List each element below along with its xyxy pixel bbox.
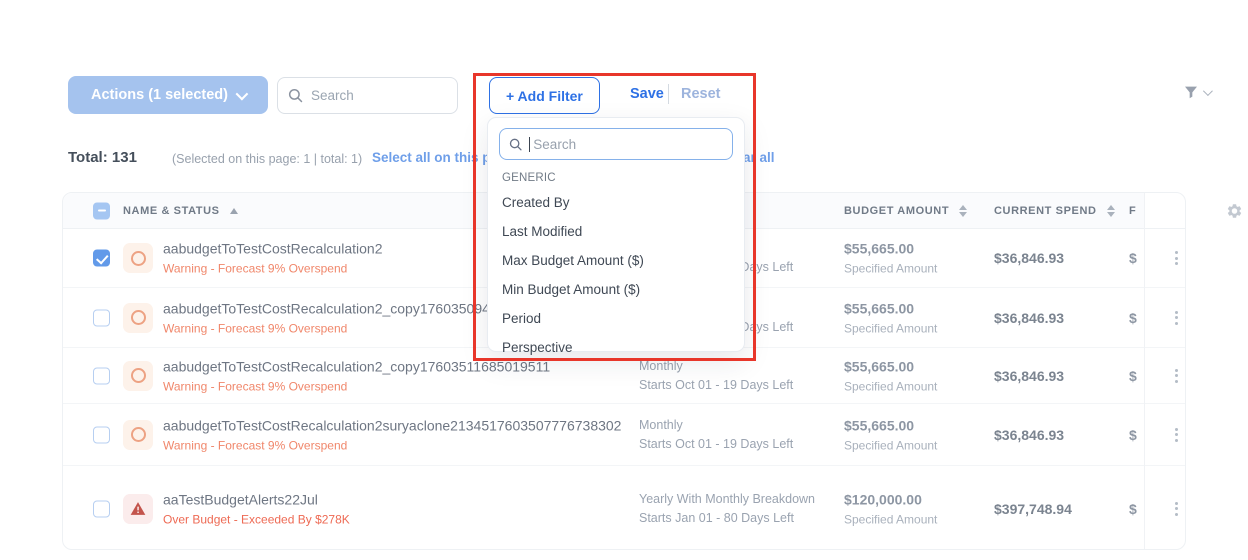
current-spend: $36,846.93 [994,427,1064,443]
row-menu-kebab-icon[interactable] [1171,424,1182,446]
budget-name[interactable]: aaTestBudgetAlerts22Jul [163,491,350,507]
filter-option[interactable]: Max Budget Amount ($) [488,246,744,275]
search-icon [509,137,522,152]
actions-dropdown-label: Actions (1 selected) [91,87,228,103]
row-checkbox[interactable] [93,367,110,384]
total-count-label: Total: 131 [68,149,137,166]
budget-status: Warning - Forecast 9% Overspend [163,379,550,393]
budget-status: Over Budget - Exceeded By $278K [163,512,350,526]
filter-search-input[interactable] [533,137,723,152]
gear-icon [1226,202,1243,219]
sort-icon [1107,205,1115,217]
budget-amount-type: Specified Amount [844,262,937,276]
table-settings-button[interactable] [1226,202,1243,219]
actions-column-divider [1144,193,1145,549]
table-search-input[interactable] [311,88,447,103]
budget-amount: $55,665.00 [844,358,937,374]
warning-circle-icon [123,303,153,333]
table-row: aaTestBudgetAlerts22Jul Over Budget - Ex… [63,466,1185,551]
table-search-box[interactable] [277,77,458,114]
current-spend: $36,846.93 [994,310,1064,326]
budget-amount-type: Specified Amount [844,379,937,393]
toolbar-divider [668,84,669,104]
forecasted-spend-clipped: $ [1129,310,1144,326]
period-range: Starts Oct 01 - 19 Days Left [639,435,793,454]
forecasted-spend-clipped: $ [1129,368,1144,384]
table-row: aabudgetToTestCostRecalculation2suryaclo… [63,404,1185,466]
select-all-checkbox[interactable] [93,202,110,219]
period-type: Monthly [639,416,793,435]
over-budget-triangle-icon [123,494,153,524]
budget-amount: $55,665.00 [844,241,937,257]
save-filters-button[interactable]: Save [630,86,664,102]
budget-amount-type: Specified Amount [844,438,937,452]
budget-status: Warning - Forecast 9% Overspend [163,438,621,452]
warning-circle-icon [123,243,153,273]
sort-ascending-icon [230,208,238,214]
budget-amount: $55,665.00 [844,417,937,433]
sort-icon [959,205,967,217]
row-checkbox[interactable] [93,250,110,267]
current-spend: $36,846.93 [994,250,1064,266]
row-checkbox[interactable] [93,426,110,443]
filter-option[interactable]: Min Budget Amount ($) [488,275,744,304]
warning-circle-icon [123,361,153,391]
text-cursor [529,137,530,152]
current-spend: $397,748.94 [994,501,1072,517]
budget-status: Warning - Forecast 9% Overspend [163,321,490,335]
row-checkbox[interactable] [93,309,110,326]
budget-amount: $55,665.00 [844,300,937,316]
filter-options-list: Created ByLast ModifiedMax Budget Amount… [488,188,744,362]
filter-option[interactable]: Period [488,304,744,333]
filter-option[interactable]: Created By [488,188,744,217]
filter-option[interactable]: Perspective [488,333,744,362]
filter-menu-button[interactable] [1183,84,1210,100]
chevron-down-icon [236,87,249,100]
budget-amount: $120,000.00 [844,491,937,507]
current-spend: $36,846.93 [994,368,1064,384]
row-menu-kebab-icon[interactable] [1171,498,1182,520]
column-header-budget-amount[interactable]: BUDGET AMOUNT [844,205,967,217]
filter-funnel-icon [1183,84,1199,100]
forecasted-spend-clipped: $ [1129,250,1144,266]
budget-status: Warning - Forecast 9% Overspend [163,262,382,276]
reset-filters-button[interactable]: Reset [681,86,721,102]
budget-name[interactable]: aabudgetToTestCostRecalculation2 [163,241,382,257]
budgets-page: Actions (1 selected) + Add Filter Save R… [0,0,1248,560]
forecasted-spend-clipped: $ [1129,501,1144,517]
warning-circle-icon [123,420,153,450]
filter-option[interactable]: Last Modified [488,217,744,246]
forecasted-spend-clipped: $ [1129,427,1144,443]
row-checkbox[interactable] [93,500,110,517]
budget-name[interactable]: aabudgetToTestCostRecalculation2_copy176… [163,300,490,316]
actions-dropdown-button[interactable]: Actions (1 selected) [68,76,268,114]
selection-info-label: (Selected on this page: 1 | total: 1) [172,152,362,166]
row-menu-kebab-icon[interactable] [1171,307,1182,329]
period-range: Starts Oct 01 - 19 Days Left [639,376,793,395]
row-menu-kebab-icon[interactable] [1171,365,1182,387]
period-type: Yearly With Monthly Breakdown [639,490,815,509]
filter-search-box[interactable] [499,128,733,160]
filter-section-label: GENERIC [488,164,744,188]
column-header-name[interactable]: NAME & STATUS [123,205,238,217]
row-menu-kebab-icon[interactable] [1171,247,1182,269]
budget-name[interactable]: aabudgetToTestCostRecalculation2suryaclo… [163,417,621,433]
add-filter-button[interactable]: + Add Filter [489,77,600,114]
add-filter-popup: GENERIC Created ByLast ModifiedMax Budge… [487,117,745,352]
budget-amount-type: Specified Amount [844,321,937,335]
actions-column-header [1145,193,1185,228]
search-icon [288,88,303,103]
budget-amount-type: Specified Amount [844,512,937,526]
column-header-forecast-clipped: F [1129,205,1136,217]
column-header-current-spend[interactable]: CURRENT SPEND [994,205,1115,217]
period-range: Starts Jan 01 - 80 Days Left [639,509,815,528]
chevron-down-icon [1203,86,1213,96]
